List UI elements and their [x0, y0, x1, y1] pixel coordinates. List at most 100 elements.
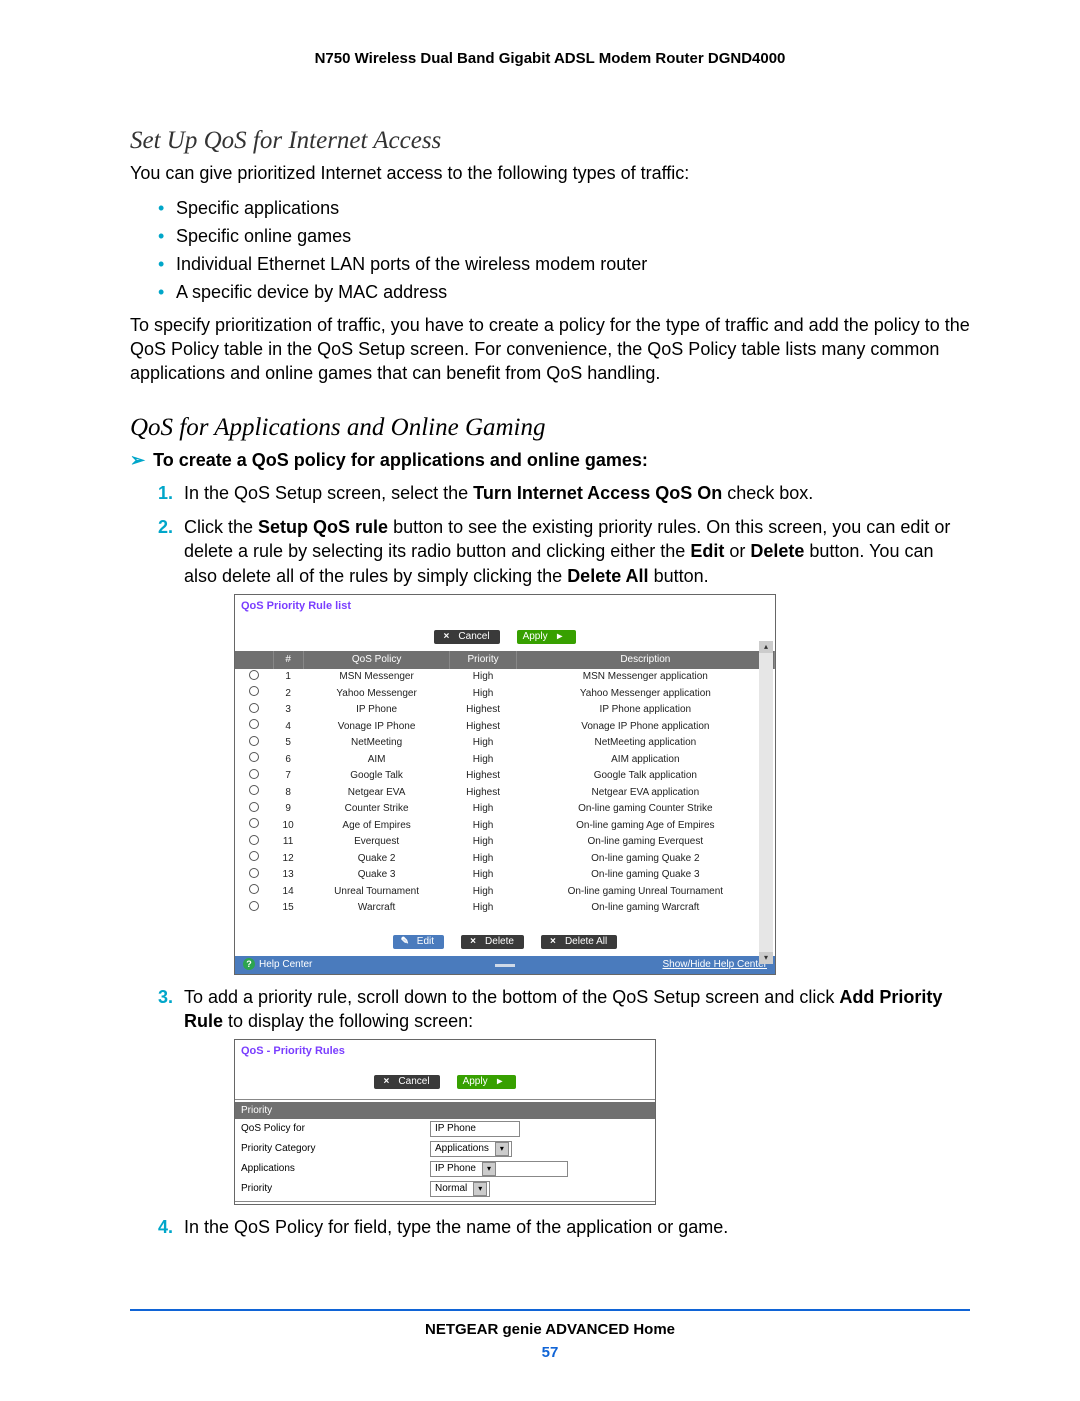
row-desc: On-line gaming Counter Strike: [516, 801, 774, 818]
table-row: 3IP PhoneHighestIP Phone application: [235, 702, 775, 719]
table-row: 8Netgear EVAHighestNetgear EVA applicati…: [235, 784, 775, 801]
list-item: Specific applications: [158, 195, 970, 223]
row-priority: High: [450, 850, 516, 867]
chevron-down-icon: ▾: [473, 1182, 487, 1196]
table-row: 7Google TalkHighestGoogle Talk applicati…: [235, 768, 775, 785]
row-priority: High: [450, 669, 516, 686]
close-icon: ×: [380, 1075, 392, 1089]
edit-button[interactable]: ✎Edit: [393, 935, 444, 949]
button-label: Apply: [463, 1075, 488, 1089]
row-radio[interactable]: [249, 736, 259, 746]
field-label: QoS Policy for: [235, 1119, 424, 1139]
row-radio[interactable]: [249, 686, 259, 696]
cancel-button[interactable]: ×Cancel: [434, 630, 499, 644]
row-radio[interactable]: [249, 835, 259, 845]
button-label: Cancel: [458, 630, 489, 644]
row-num: 8: [273, 784, 303, 801]
button-label: Delete All: [565, 935, 607, 949]
row-priority: High: [450, 685, 516, 702]
step-text: In the QoS Setup screen, select the: [184, 483, 473, 503]
section-header: Priority: [235, 1102, 655, 1120]
row-policy: Netgear EVA: [303, 784, 450, 801]
table-row: 2Yahoo MessengerHighYahoo Messenger appl…: [235, 685, 775, 702]
collapse-icon[interactable]: ▬▬: [495, 958, 515, 972]
row-desc: Netgear EVA application: [516, 784, 774, 801]
table-row: 9Counter StrikeHighOn-line gaming Counte…: [235, 801, 775, 818]
help-icon: ?: [243, 958, 255, 970]
qos-policy-for-input[interactable]: IP Phone: [430, 1121, 520, 1137]
step-text: To add a priority rule, scroll down to t…: [184, 987, 839, 1007]
row-num: 9: [273, 801, 303, 818]
delete-all-button[interactable]: ×Delete All: [541, 935, 617, 949]
scroll-up-icon[interactable]: ▴: [759, 641, 773, 653]
table-row: 12Quake 2HighOn-line gaming Quake 2: [235, 850, 775, 867]
priority-select[interactable]: Normal▾: [430, 1181, 490, 1197]
row-radio[interactable]: [249, 884, 259, 894]
row-policy: Vonage IP Phone: [303, 718, 450, 735]
row-policy: Warcraft: [303, 900, 450, 917]
row-num: 12: [273, 850, 303, 867]
row-num: 2: [273, 685, 303, 702]
traffic-types-list: Specific applications Specific online ga…: [130, 195, 970, 307]
button-row: ×Cancel Apply▸: [235, 618, 775, 651]
scroll-down-icon[interactable]: ▾: [759, 952, 773, 964]
step-bold: Delete All: [567, 566, 648, 586]
row-radio[interactable]: [249, 901, 259, 911]
help-link[interactable]: Show/Hide Help Center: [663, 958, 768, 972]
divider: [235, 1201, 655, 1202]
row-radio[interactable]: [249, 868, 259, 878]
row-priority: High: [450, 735, 516, 752]
document-header: N750 Wireless Dual Band Gigabit ADSL Mod…: [130, 50, 970, 67]
priority-category-select[interactable]: Applications▾: [430, 1141, 512, 1157]
row-radio[interactable]: [249, 703, 259, 713]
row-policy: Age of Empires: [303, 817, 450, 834]
divider: [235, 1099, 655, 1100]
step-text: check box.: [722, 483, 813, 503]
applications-select[interactable]: IP Phone ▾: [430, 1161, 568, 1177]
row-desc: AIM application: [516, 751, 774, 768]
arrow-icon: ➢: [130, 450, 145, 470]
button-row-bottom: ✎Edit ×Delete ×Delete All: [235, 916, 775, 956]
button-label: Apply: [523, 630, 548, 644]
row-radio[interactable]: [249, 769, 259, 779]
row-desc: On-line gaming Everquest: [516, 834, 774, 851]
field-label: Priority: [235, 1179, 424, 1199]
row-radio[interactable]: [249, 851, 259, 861]
row-radio[interactable]: [249, 802, 259, 812]
button-label: Cancel: [398, 1075, 429, 1089]
button-row: × Cancel Apply▸: [235, 1063, 655, 1096]
select-value: IP Phone: [435, 1162, 476, 1176]
help-center-label: Help Center: [259, 959, 312, 970]
row-radio[interactable]: [249, 818, 259, 828]
row-desc: Google Talk application: [516, 768, 774, 785]
priority-fields: QoS Policy for IP Phone Priority Categor…: [235, 1119, 655, 1199]
row-radio[interactable]: [249, 752, 259, 762]
row-priority: Highest: [450, 718, 516, 735]
scrollbar[interactable]: ▴ ▾: [759, 653, 773, 952]
apply-button[interactable]: Apply▸: [517, 630, 576, 644]
apply-button[interactable]: Apply▸: [457, 1075, 516, 1089]
cancel-button[interactable]: × Cancel: [374, 1075, 439, 1089]
row-radio[interactable]: [249, 785, 259, 795]
table-row: 10Age of EmpiresHighOn-line gaming Age o…: [235, 817, 775, 834]
list-item: Specific online games: [158, 223, 970, 251]
row-desc: On-line gaming Quake 3: [516, 867, 774, 884]
step-text: Click the: [184, 517, 258, 537]
step-1: In the QoS Setup screen, select the Turn…: [158, 481, 970, 505]
chevron-down-icon: ▾: [495, 1142, 509, 1156]
row-policy: Counter Strike: [303, 801, 450, 818]
panel-title: QoS Priority Rule list: [235, 595, 775, 618]
col-policy: QoS Policy: [303, 651, 450, 669]
step-4: In the QoS Policy for field, type the na…: [158, 1215, 970, 1239]
row-num: 3: [273, 702, 303, 719]
qos-priority-rules-form-screenshot: QoS - Priority Rules ×Cancel Apply▸ Prio…: [234, 1039, 656, 1205]
table-row: 4Vonage IP PhoneHighestVonage IP Phone a…: [235, 718, 775, 735]
delete-button[interactable]: ×Delete: [461, 935, 524, 949]
col-num: #: [273, 651, 303, 669]
row-radio[interactable]: [249, 719, 259, 729]
chevron-down-icon: ▾: [482, 1162, 496, 1176]
row-radio[interactable]: [249, 670, 259, 680]
qos-priority-rule-list-screenshot: QoS Priority Rule list ×Cancel Apply▸ # …: [234, 594, 776, 975]
footer-rule: [130, 1309, 970, 1311]
row-desc: Vonage IP Phone application: [516, 718, 774, 735]
